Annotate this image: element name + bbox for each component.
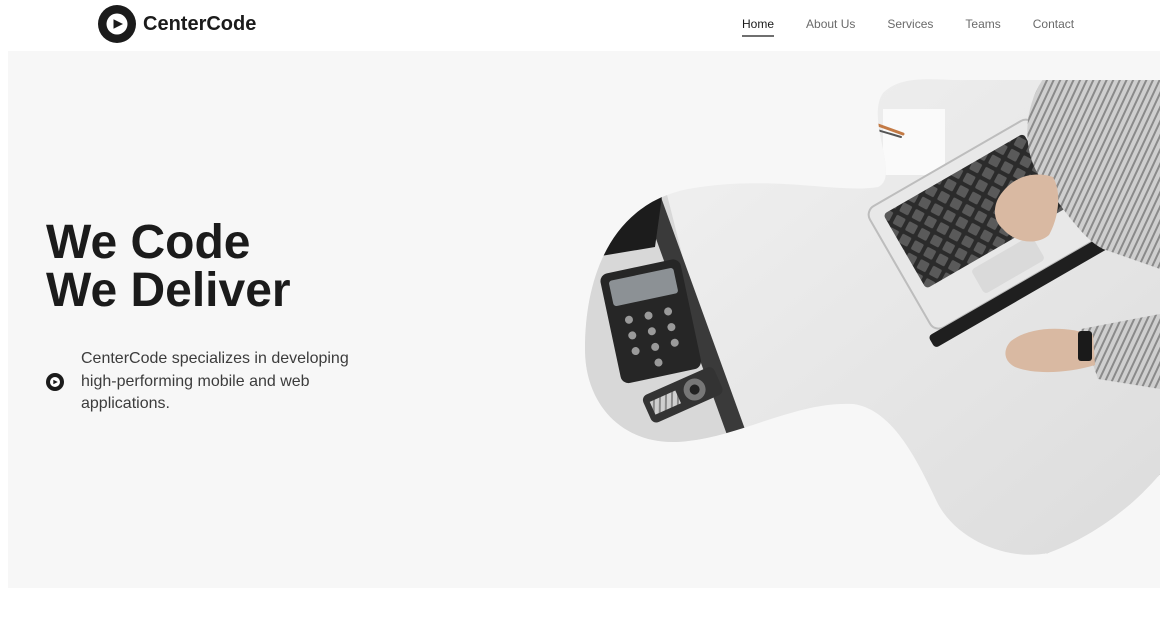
hero-headline-line1: We Code xyxy=(46,216,251,269)
brand-logo[interactable]: CenterCode xyxy=(98,5,256,43)
nav-home-link[interactable]: Home xyxy=(742,17,775,37)
hero-headline-line2: We Deliver xyxy=(46,264,291,317)
nav-services-link[interactable]: Services xyxy=(887,17,933,37)
play-circle-icon xyxy=(46,372,64,391)
laptop-workspace-image xyxy=(585,79,1160,555)
nav-teams-link[interactable]: Teams xyxy=(965,17,1000,37)
brand-name: CenterCode xyxy=(143,12,257,35)
nav-contact-link[interactable]: Contact xyxy=(1033,17,1074,37)
nav-about-link[interactable]: About Us xyxy=(806,17,855,37)
play-circle-icon xyxy=(98,5,136,43)
main-nav: Home About Us Services Teams Contact xyxy=(742,17,1074,37)
hero-headline: We Code We Deliver xyxy=(46,219,291,315)
hero-description: CenterCode specializes in developing hig… xyxy=(81,350,349,412)
hero-tagline: CenterCode specializes in developing hig… xyxy=(46,348,371,416)
top-navbar: CenterCode Home About Us Services Teams … xyxy=(0,0,1161,50)
hero-section: We Code We Deliver CenterCode specialize… xyxy=(8,51,1160,588)
